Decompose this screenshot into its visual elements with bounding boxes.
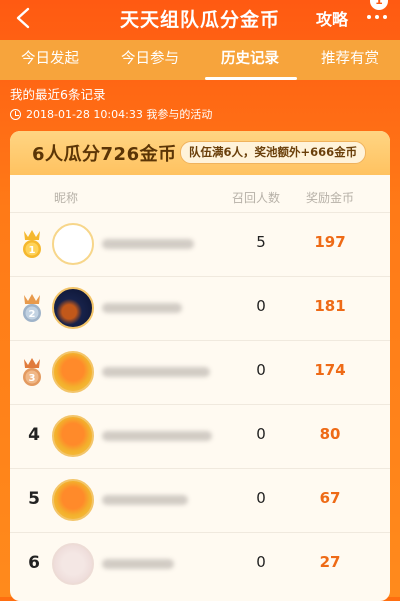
more-dots-icon bbox=[367, 15, 371, 19]
tab-bar: 今日发起 今日参与 历史记录 推荐有赏 bbox=[0, 40, 400, 80]
rank-number: 4 bbox=[28, 425, 40, 445]
recent-records-label: 我的最近6条记录 bbox=[10, 87, 106, 102]
table-row[interactable]: 5 0 67 bbox=[10, 468, 390, 532]
active-tab-indicator bbox=[205, 77, 297, 80]
clock-icon bbox=[10, 108, 21, 120]
team-result-card: 6人瓜分726金币 队伍满6人，奖池额外+666金币 昵称 召回人数 奖励金币 … bbox=[10, 131, 390, 601]
rank-number: 6 bbox=[28, 553, 40, 573]
recall-count: 0 bbox=[256, 489, 266, 507]
table-row[interactable]: 3 0 174 bbox=[10, 340, 390, 404]
avatar bbox=[52, 287, 94, 329]
column-header-reward: 奖励金币 bbox=[306, 191, 355, 205]
reward-coins: 197 bbox=[314, 233, 346, 251]
nickname-blurred bbox=[102, 239, 194, 249]
table-row[interactable]: 4 0 80 bbox=[10, 404, 390, 468]
svg-text:1: 1 bbox=[29, 245, 36, 256]
recall-count: 0 bbox=[256, 425, 266, 443]
header: 天天组队瓜分金币 攻略 1 bbox=[0, 0, 400, 40]
rank-number: 5 bbox=[28, 489, 40, 509]
table-row[interactable]: 2 0 181 bbox=[10, 276, 390, 340]
reward-coins: 181 bbox=[314, 297, 346, 315]
avatar bbox=[52, 351, 94, 393]
recall-count: 0 bbox=[256, 553, 266, 571]
avatar bbox=[52, 543, 94, 585]
column-header-recall: 召回人数 bbox=[232, 191, 281, 205]
card-header: 6人瓜分726金币 队伍满6人，奖池额外+666金币 bbox=[10, 131, 390, 175]
svg-text:3: 3 bbox=[29, 373, 36, 384]
bronze-medal-icon: 3 bbox=[23, 358, 41, 386]
bonus-note-badge: 队伍满6人，奖池额外+666金币 bbox=[180, 141, 367, 164]
tab-referral-reward[interactable]: 推荐有赏 bbox=[300, 40, 400, 80]
gold-medal-icon: 1 bbox=[23, 230, 41, 258]
recall-count: 0 bbox=[256, 297, 266, 315]
avatar bbox=[52, 479, 94, 521]
reward-coins: 174 bbox=[314, 361, 346, 379]
table-row[interactable]: 6 0 27 bbox=[10, 532, 390, 596]
tab-history[interactable]: 历史记录 bbox=[200, 40, 300, 80]
nickname-blurred bbox=[102, 431, 212, 441]
tab-today-launched[interactable]: 今日发起 bbox=[0, 40, 100, 80]
recall-count: 5 bbox=[256, 233, 266, 251]
silver-medal-icon: 2 bbox=[23, 294, 41, 322]
nickname-blurred bbox=[102, 303, 182, 313]
tab-today-joined[interactable]: 今日参与 bbox=[100, 40, 200, 80]
table-row[interactable]: 1 5 197 bbox=[10, 212, 390, 276]
reward-coins: 27 bbox=[319, 553, 341, 571]
activity-timestamp: 2018-01-28 10:04:33 我参与的活动 bbox=[10, 106, 212, 122]
nickname-blurred bbox=[102, 367, 210, 377]
strategy-button[interactable]: 攻略 bbox=[316, 6, 348, 30]
nickname-blurred bbox=[102, 495, 188, 505]
column-header-name: 昵称 bbox=[54, 191, 79, 205]
pot-title: 6人瓜分726金币 bbox=[32, 144, 177, 165]
svg-text:2: 2 bbox=[29, 309, 36, 320]
nickname-blurred bbox=[102, 559, 174, 569]
reward-coins: 67 bbox=[319, 489, 341, 507]
avatar bbox=[52, 415, 94, 457]
recall-count: 0 bbox=[256, 361, 266, 379]
activity-timestamp-text: 2018-01-28 10:04:33 我参与的活动 bbox=[26, 108, 213, 121]
avatar bbox=[52, 223, 94, 265]
reward-coins: 80 bbox=[319, 425, 341, 443]
